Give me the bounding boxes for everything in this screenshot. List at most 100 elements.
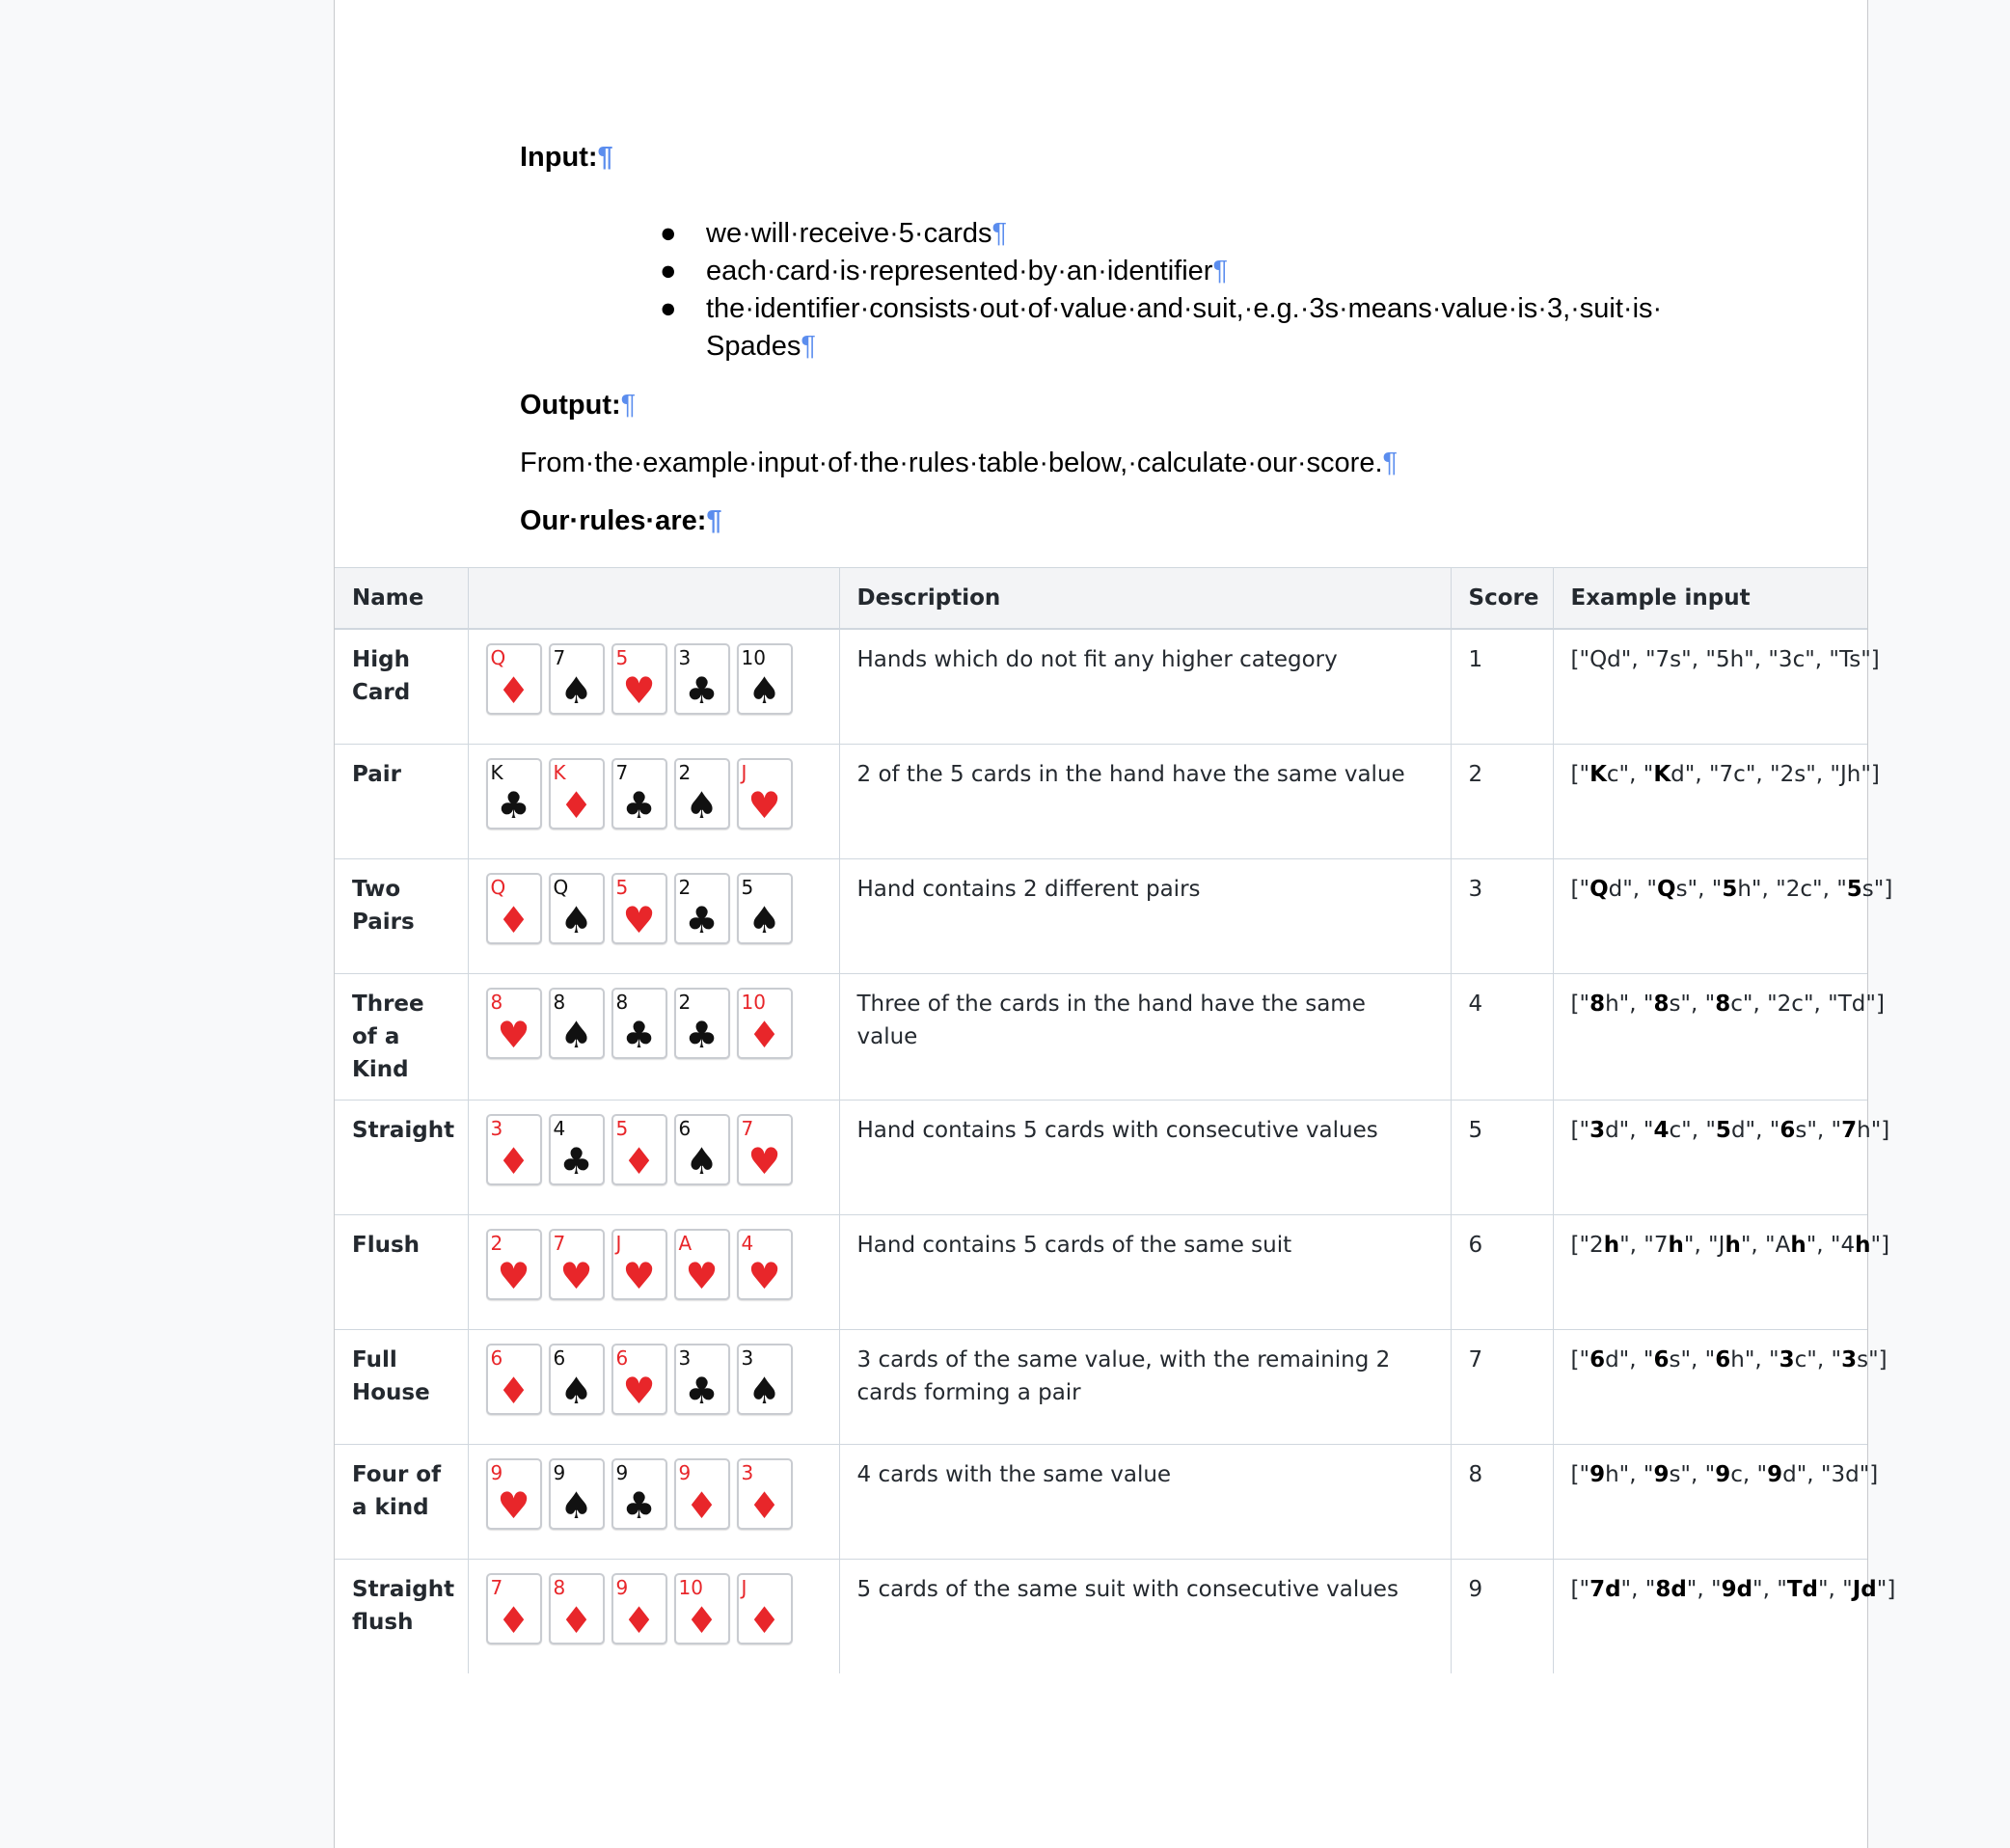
example-segment: s", " <box>1675 877 1723 902</box>
playing-card: 9 ♣ <box>611 1458 667 1530</box>
card-rank: 7 <box>741 1117 754 1140</box>
playing-card: 4 ♥ <box>736 1229 793 1300</box>
example-bold-segment: h <box>1603 1233 1620 1258</box>
hand-score: 5 <box>1450 1100 1554 1215</box>
card-rank: J <box>741 1576 747 1599</box>
pilcrow-mark: ¶ <box>1212 256 1229 286</box>
list-item: ● each·card·is·represented·by·an·identifi… <box>660 256 1229 286</box>
example-segment: c", " <box>1669 1118 1716 1143</box>
hand-description: 3 cards of the same value, with the rema… <box>838 1329 1452 1445</box>
card-images: Q ♦ Q ♠ 5 ♥ 2 ♣ 5 ♠ <box>467 858 840 974</box>
header-score: Score <box>1450 567 1554 630</box>
example-bold-segment: 6 <box>1779 1118 1796 1143</box>
playing-card: 9 ♦ <box>611 1573 667 1644</box>
example-segment: d", "3d"] <box>1782 1462 1879 1487</box>
hand-score: 6 <box>1450 1214 1554 1330</box>
spade-icon: ♠ <box>747 1370 781 1412</box>
pilcrow-mark: ¶ <box>801 331 816 362</box>
playing-card: 6 ♦ <box>485 1344 542 1415</box>
card-rank: 8 <box>615 991 629 1014</box>
example-bold-segment: 4 <box>1653 1118 1670 1143</box>
card-rank: 7 <box>615 761 629 784</box>
example-segment: ", " <box>1817 1577 1853 1602</box>
playing-card: 3 ♦ <box>736 1458 793 1530</box>
card-rank: 9 <box>615 1576 629 1599</box>
example-bold-segment: 6 <box>1589 1347 1606 1372</box>
example-bold-segment: K <box>1653 762 1671 787</box>
header-name: Name <box>335 567 469 630</box>
example-bold-segment: 9 <box>1715 1462 1731 1487</box>
example-segment: ", "J <box>1683 1233 1725 1258</box>
table-row: Three of a Kind 8 ♥ 8 ♠ 8 ♣ 2 ♣ 10 ♦ Three of the c… <box>335 973 1885 1101</box>
input-bullet-list: ● we·will·receive·5·cards¶ ● each·card·is·… <box>660 215 1662 366</box>
hand-score: 2 <box>1450 744 1554 859</box>
hand-score: 4 <box>1450 973 1554 1101</box>
card-rank: 9 <box>678 1461 692 1484</box>
playing-card: 7 ♥ <box>548 1229 605 1300</box>
card-images: 7 ♦ 8 ♦ 9 ♦ 10 ♦ J ♦ <box>467 1559 840 1673</box>
hand-description: Hand contains 5 cards with consecutive v… <box>838 1100 1452 1215</box>
playing-card: 2 ♣ <box>673 988 730 1059</box>
diamond-icon: ♦ <box>622 1599 656 1642</box>
hand-name: Two Pairs <box>335 858 469 974</box>
example-segment: [" <box>1570 1347 1590 1372</box>
example-bold-segment: 8d <box>1655 1577 1687 1602</box>
example-bold-segment: Td <box>1786 1577 1818 1602</box>
spade-icon: ♠ <box>685 1140 719 1182</box>
playing-card: Q ♦ <box>485 643 542 715</box>
playing-card: 7 ♦ <box>485 1573 542 1644</box>
example-bold-segment: 3 <box>1841 1347 1858 1372</box>
diamond-icon: ♦ <box>747 1014 781 1056</box>
example-segment: ", "A <box>1740 1233 1791 1258</box>
playing-card: J ♦ <box>736 1573 793 1644</box>
example-input: ["Qd", "7s", "5h", "3c", "Ts"] <box>1552 628 1880 745</box>
example-segment: d", " <box>1605 1118 1654 1143</box>
input-label: Input: <box>520 142 598 173</box>
example-segment: d", " <box>1605 1347 1654 1372</box>
playing-card: 5 ♥ <box>611 873 667 944</box>
example-bold-segment: Jd <box>1852 1577 1877 1602</box>
card-rank: 3 <box>741 1461 754 1484</box>
heart-icon: ♥ <box>747 1255 781 1297</box>
heart-icon: ♥ <box>622 899 656 941</box>
rules-heading: Our·rules·are:¶ <box>520 502 722 540</box>
playing-card: 6 ♠ <box>673 1114 730 1185</box>
example-bold-segment: 5 <box>1715 1118 1731 1143</box>
card-rank: 8 <box>553 1576 566 1599</box>
table-row: Full House 6 ♦ 6 ♠ 6 ♥ 3 ♣ 3 ♠ 3 cards of the same … <box>335 1329 1888 1445</box>
example-segment: c", "2c", "Td"] <box>1730 992 1885 1017</box>
example-segment: ["2 <box>1570 1233 1604 1258</box>
example-bold-segment: 9 <box>1589 1462 1606 1487</box>
card-images: 3 ♦ 4 ♣ 5 ♦ 6 ♠ 7 ♥ <box>467 1100 840 1215</box>
example-segment: [" <box>1570 992 1590 1017</box>
hand-description: Hand contains 5 cards of the same suit <box>838 1214 1452 1330</box>
hand-description: Hand contains 2 different pairs <box>838 858 1452 974</box>
playing-card: J ♥ <box>611 1229 667 1300</box>
header-cards <box>467 567 840 630</box>
rules-table-body: High Card Q ♦ 7 ♠ 5 ♥ 3 ♣ 10 ♠ Hands which do not f… <box>335 628 1895 1673</box>
example-segment: d", " <box>1608 877 1658 902</box>
table-row: Two Pairs Q ♦ Q ♠ 5 ♥ 2 ♣ 5 ♠ Hand contains 2 diffe… <box>335 858 1892 974</box>
card-rank: 6 <box>490 1346 503 1370</box>
diamond-icon: ♦ <box>747 1599 781 1642</box>
card-rank: 9 <box>553 1461 566 1484</box>
playing-card: 9 ♥ <box>485 1458 542 1530</box>
document-page: Input: ¶ ● we·will·receive·5·cards¶ ● each·… <box>334 0 1895 1848</box>
playing-card: K ♣ <box>485 758 542 829</box>
playing-card: K ♦ <box>548 758 605 829</box>
card-rank: 3 <box>678 646 692 669</box>
club-icon: ♣ <box>685 669 719 712</box>
spade-icon: ♠ <box>559 899 593 941</box>
example-bold-segment: Q <box>1657 877 1676 902</box>
example-bold-segment: 8 <box>1589 992 1606 1017</box>
heart-icon: ♥ <box>622 669 656 712</box>
card-rank: Q <box>490 876 506 899</box>
heart-icon: ♥ <box>559 1255 593 1297</box>
example-bold-segment: 7 <box>1841 1118 1858 1143</box>
playing-card: 7 ♥ <box>736 1114 793 1185</box>
example-segment: "] <box>1870 1233 1890 1258</box>
card-rank: 7 <box>553 646 566 669</box>
example-bold-segment: K <box>1589 762 1607 787</box>
playing-card: Q ♦ <box>485 873 542 944</box>
playing-card: 5 ♠ <box>736 873 793 944</box>
